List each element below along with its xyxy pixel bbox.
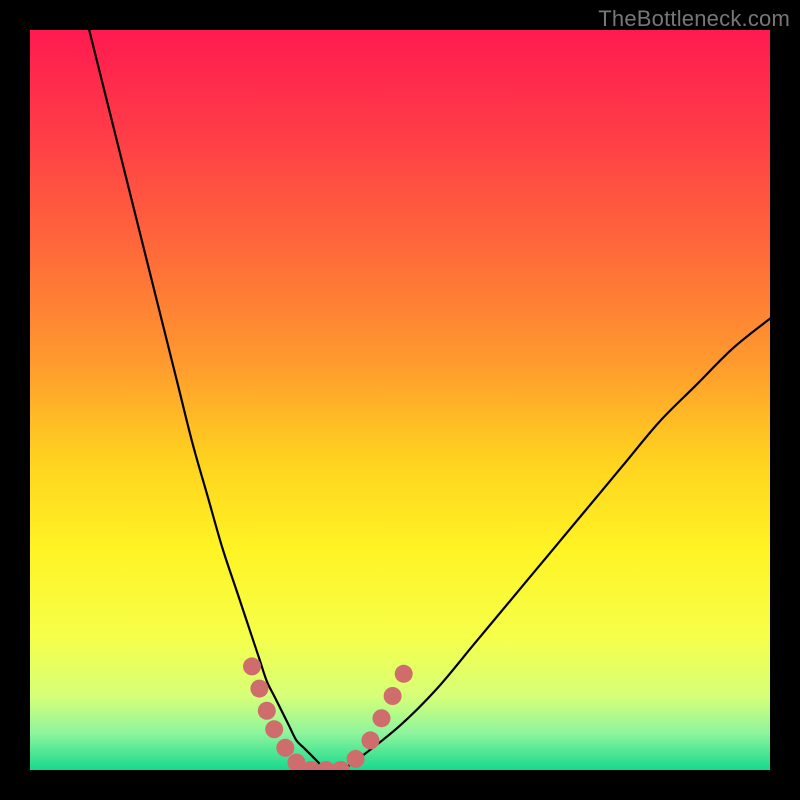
marker-dot xyxy=(373,709,391,727)
plot-area xyxy=(30,30,770,770)
marker-dot xyxy=(384,687,402,705)
marker-dot xyxy=(265,720,283,738)
watermark-label: TheBottleneck.com xyxy=(598,6,790,32)
marker-dot xyxy=(250,680,268,698)
chart-stage: TheBottleneck.com xyxy=(0,0,800,800)
bottleneck-curve xyxy=(89,30,770,770)
marker-dot xyxy=(395,665,413,683)
marker-dot xyxy=(332,761,350,770)
marker-dot xyxy=(243,657,261,675)
marker-dot xyxy=(276,739,294,757)
highlight-dots xyxy=(243,657,413,770)
marker-dot xyxy=(258,702,276,720)
marker-dot xyxy=(347,750,365,768)
marker-dot xyxy=(361,731,379,749)
curve-layer xyxy=(30,30,770,770)
